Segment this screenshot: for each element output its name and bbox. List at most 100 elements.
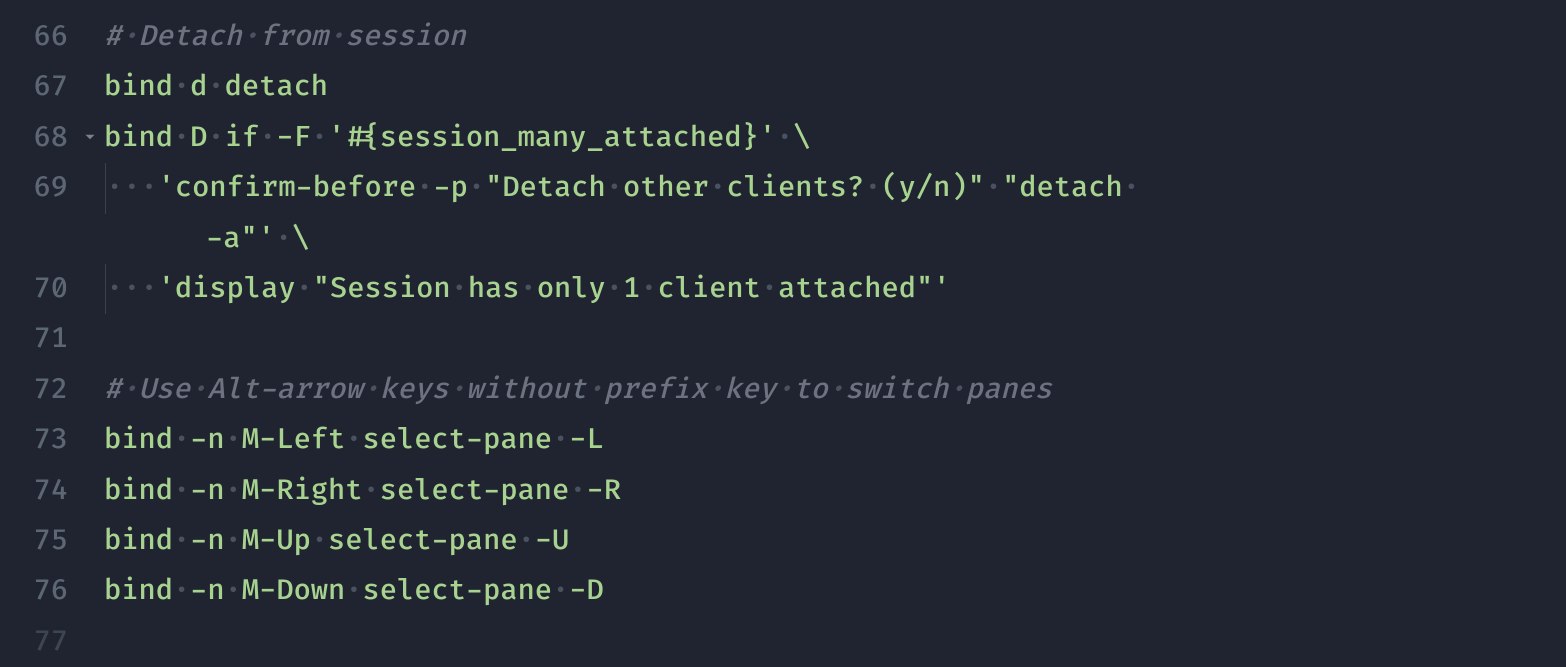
whitespace-dot: · (259, 113, 276, 163)
code-token: M-Up (242, 516, 311, 566)
whitespace-dot: ··· (106, 163, 158, 213)
code-token: bind (104, 566, 173, 616)
whitespace-dot: · (207, 62, 224, 112)
whitespace-dot: · (709, 163, 726, 213)
fold-empty (76, 214, 104, 264)
whitespace-dot: · (587, 372, 604, 407)
fold-empty (76, 62, 104, 112)
chevron-down-icon (81, 113, 99, 163)
whitespace-dot: · (776, 113, 793, 163)
line-number: 74 (0, 466, 76, 516)
code-content[interactable]: #·Detach·from·sessionbind·d·detachbind·D… (104, 0, 1566, 635)
indent-guide: ··· (105, 163, 158, 213)
whitespace-dot: · (864, 163, 881, 213)
code-line[interactable] (104, 314, 1566, 364)
whitespace-dot: · (449, 372, 466, 407)
code-line[interactable]: bind·-n·M-Down·select-pane·-D (104, 566, 1566, 616)
whitespace-dot: · (518, 516, 535, 566)
code-line[interactable]: ···'confirm-before·-p·"Detach·other·clie… (104, 163, 1566, 213)
whitespace-dot: · (225, 566, 242, 616)
line-number: 77 (0, 617, 76, 667)
whitespace-dot: · (275, 214, 292, 264)
code-token: select-pane (363, 415, 553, 465)
whitespace-dot: · (468, 163, 485, 213)
code-editor[interactable]: 666768697071727374757677 #·Detach·from·s… (0, 0, 1566, 635)
whitespace-dot: · (707, 372, 724, 407)
whitespace-dot: · (606, 264, 623, 314)
line-number: 68 (0, 113, 76, 163)
whitespace-dot: ··· (106, 264, 158, 314)
code-line[interactable]: #·Detach·from·session (104, 12, 1566, 62)
whitespace-dot: · (362, 372, 379, 407)
whitespace-dot: · (363, 466, 380, 516)
whitespace-dot: · (121, 372, 138, 407)
code-line[interactable]: bind·-n·M-Up·select-pane·-U (104, 516, 1566, 566)
fold-empty (76, 12, 104, 62)
code-token: select-pane (363, 566, 553, 616)
code-token: attached"' (778, 264, 950, 314)
whitespace-dot: · (296, 264, 313, 314)
code-token: -n (190, 415, 224, 465)
code-token: '#{session_many_attached}' (328, 113, 776, 163)
indent-guide: ··· (105, 264, 158, 314)
whitespace-dot: · (225, 516, 242, 566)
whitespace-dot: · (569, 466, 586, 516)
code-token: (y/n)" (881, 163, 984, 213)
line-number: 75 (0, 516, 76, 566)
whitespace-dot: · (190, 372, 207, 407)
code-line[interactable]: bind·D·if·-F·'#{session_many_attached}'·… (104, 113, 1566, 163)
code-token: -a"' (206, 214, 275, 264)
code-line[interactable]: bind·-n·M-Left·select-pane·-L (104, 415, 1566, 465)
code-line[interactable] (104, 617, 1566, 635)
whitespace-dot: · (225, 466, 242, 516)
whitespace-dot: · (520, 264, 537, 314)
whitespace-dot: · (761, 264, 778, 314)
line-number: 67 (0, 62, 76, 112)
line-number: 76 (0, 566, 76, 616)
code-token: -L (569, 415, 603, 465)
whitespace-dot: · (606, 163, 623, 213)
line-number: 73 (0, 415, 76, 465)
fold-empty (76, 314, 104, 364)
whitespace-dot: · (416, 163, 433, 213)
whitespace-dot: · (173, 466, 190, 516)
whitespace-dot: · (173, 566, 190, 616)
code-token: \ (292, 214, 309, 264)
line-number: 70 (0, 264, 76, 314)
code-token: M-Right (242, 466, 363, 516)
whitespace-dot: · (225, 415, 242, 465)
fold-empty (76, 516, 104, 566)
whitespace-dot: · (173, 113, 190, 163)
code-token: has (468, 264, 520, 314)
fold-empty (76, 415, 104, 465)
code-token: "detach (1002, 163, 1123, 213)
whitespace-dot: · (345, 415, 362, 465)
code-token: bind (104, 466, 173, 516)
fold-toggle[interactable] (76, 113, 104, 163)
code-token: -n (190, 516, 224, 566)
whitespace-dot: · (173, 516, 190, 566)
whitespace-dot: · (121, 19, 138, 54)
whitespace-dot: · (345, 566, 362, 616)
code-line[interactable]: bind·d·detach (104, 62, 1566, 112)
code-token: -D (569, 566, 603, 616)
code-line[interactable]: #·Use·Alt-arrow·keys·without·prefix·key·… (104, 365, 1566, 415)
code-token: 'confirm-before (158, 163, 416, 213)
whitespace-dot: · (311, 516, 328, 566)
code-token: 1 (623, 264, 640, 314)
code-token: "Session (313, 264, 451, 314)
code-token: select-pane (328, 516, 518, 566)
code-token: "Detach (485, 163, 606, 213)
code-token: client (657, 264, 760, 314)
whitespace-dot: · (828, 372, 845, 407)
fold-empty (76, 617, 104, 667)
code-line[interactable]: ···'display·"Session·has·only·1·client·a… (104, 264, 1566, 314)
code-line-wrap[interactable]: -a"'·\ (104, 214, 1566, 264)
whitespace-dot: · (948, 372, 965, 407)
code-token: bind (104, 516, 173, 566)
whitespace-dot: · (173, 415, 190, 465)
fold-empty (76, 566, 104, 616)
code-line[interactable]: bind·-n·M-Right·select-pane·-R (104, 466, 1566, 516)
code-token: detach (225, 62, 328, 112)
whitespace-dot: · (552, 566, 569, 616)
